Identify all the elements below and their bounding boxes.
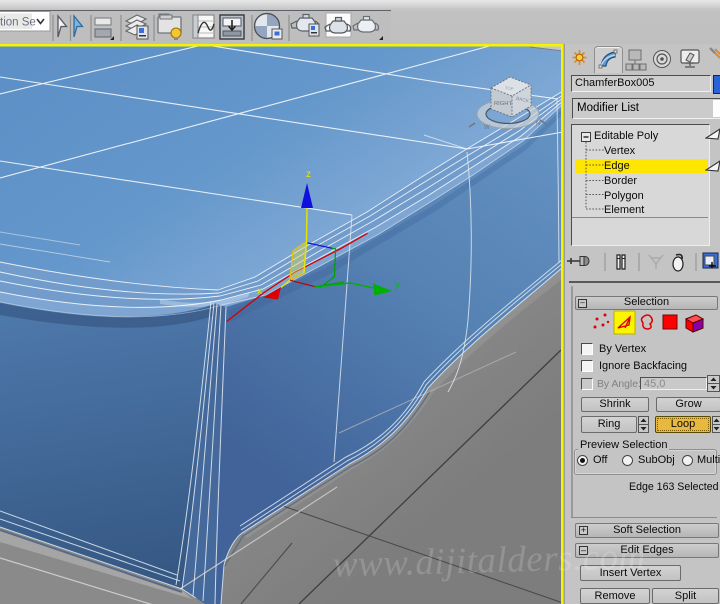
svg-text:N: N (536, 121, 540, 127)
svg-text:x: x (257, 286, 262, 297)
svg-text:y: y (395, 280, 400, 291)
svg-text:tion Se: tion Se (0, 17, 36, 29)
svg-text:W: W (484, 125, 490, 131)
svg-text:RIGHT: RIGHT (494, 101, 512, 107)
svg-text:z: z (306, 169, 311, 180)
